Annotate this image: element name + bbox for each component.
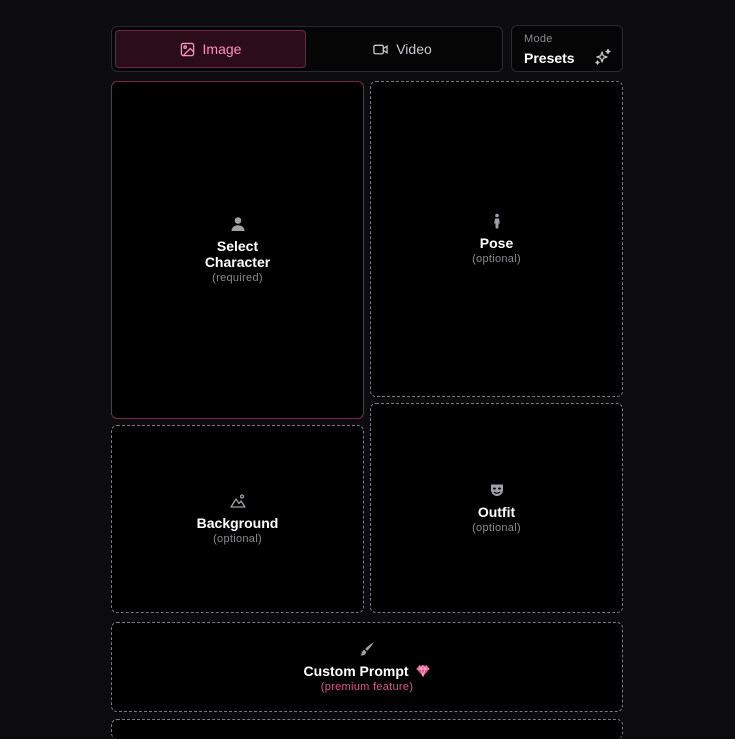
outfit-title: Outfit [477,504,516,520]
mountain-icon [229,494,246,508]
select-character-required: (required) [212,272,263,284]
mode-value: Presets [524,50,575,66]
gem-icon [416,665,430,677]
custom-prompt-card[interactable]: Custom Prompt (premium feature) [111,622,623,712]
pose-card[interactable]: Pose (optional) [370,81,623,397]
custom-prompt-title: Custom Prompt [303,663,409,679]
tab-video[interactable]: Video [307,30,498,68]
next-card-partial[interactable] [111,719,623,739]
mask-icon [490,484,503,496]
mode-selector[interactable]: Mode Presets [511,25,623,72]
custom-prompt-premium-note: (premium feature) [320,681,414,693]
person-standing-icon [493,213,500,229]
user-icon [231,217,244,231]
background-optional: (optional) [213,533,262,545]
pose-title: Pose [479,235,514,251]
tab-video-label: Video [396,41,432,57]
mode-label: Mode [524,33,553,45]
pose-optional: (optional) [472,253,521,265]
background-title: Background [196,515,279,531]
video-camera-icon [373,44,388,54]
select-character-card[interactable]: Select Character (required) [111,81,364,419]
paintbrush-icon [360,642,374,656]
sparkles-icon [595,48,611,65]
select-character-title-line1: Select [216,238,259,254]
select-character-title-line2: Character [204,254,271,270]
outfit-card[interactable]: Outfit (optional) [370,403,623,613]
background-card[interactable]: Background (optional) [111,425,364,613]
outfit-optional: (optional) [472,522,521,534]
tab-image-label: Image [202,41,242,57]
media-type-toggle: Image Video [111,26,503,72]
image-icon [180,42,194,57]
custom-prompt-title-row: Custom Prompt [304,663,431,679]
tab-image[interactable]: Image [115,30,306,68]
